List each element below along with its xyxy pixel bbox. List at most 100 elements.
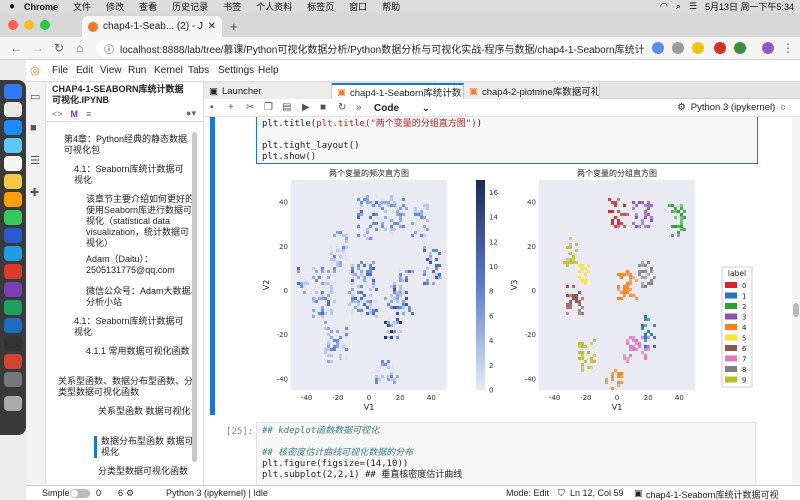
toc-item[interactable]: 关系型函数、数据分布型函数、分类型数据可视化函数: [58, 376, 194, 398]
code-cell-editor[interactable]: plt.title(plt.title("两个变量的分组直方图")) plt.t…: [256, 117, 758, 164]
list-icon[interactable]: ≡: [86, 109, 91, 119]
running-icon[interactable]: ■: [30, 122, 37, 134]
active-cell-bar[interactable]: [210, 117, 215, 415]
toc-icon[interactable]: ☰: [30, 154, 40, 167]
adblock-icon[interactable]: [714, 42, 726, 54]
toc-item[interactable]: 4.1：Seaborn库统计数据可视化: [74, 164, 192, 186]
stop-icon[interactable]: ■: [320, 102, 326, 113]
terminal-icon[interactable]: [4, 336, 22, 351]
word-icon[interactable]: [4, 228, 22, 243]
address-bar[interactable]: ⓘ localhost:8888/lab/tree/慕课/Python可视化数据…: [96, 40, 644, 57]
code-cell-editor[interactable]: ## kdeplot函数数据可视化 ## 核密度估计曲线可视化数据的分布 plt…: [256, 422, 756, 485]
launchpad-icon[interactable]: [4, 102, 22, 117]
cursor-position[interactable]: Ln 12, Col 59: [570, 488, 624, 498]
fast-forward-icon[interactable]: »: [356, 102, 362, 113]
chrome-icon[interactable]: [4, 264, 22, 279]
os-menu-item[interactable]: 标签页: [307, 0, 334, 13]
terminal-count[interactable]: 0: [96, 488, 101, 498]
app-icon[interactable]: [4, 318, 22, 333]
add-cell-icon[interactable]: +: [228, 102, 234, 113]
kernel-status[interactable]: Python 3 (ipykernel) | Idle: [166, 488, 268, 498]
search-icon[interactable]: ⌕: [676, 1, 681, 12]
os-menu-item[interactable]: 修改: [106, 0, 124, 13]
copy-icon[interactable]: ❐: [264, 102, 273, 113]
more-icon[interactable]: ⋮: [782, 41, 794, 55]
close-icon[interactable]: ✕: [208, 21, 216, 32]
reminders-icon[interactable]: [4, 192, 22, 207]
extension-icon[interactable]: [734, 42, 746, 54]
os-menu-item[interactable]: 个人资料: [256, 0, 292, 13]
menu-tabs[interactable]: Tabs: [188, 65, 209, 76]
menu-edit[interactable]: Edit: [76, 65, 93, 76]
wechat-icon[interactable]: [4, 300, 22, 315]
toc-item[interactable]: Adam（Daitu）：2505131775@qq.com: [86, 254, 196, 276]
toc-item[interactable]: 该章节主要介绍如何更好的使用Seaborn库进行数据可视化（statistica…: [86, 194, 196, 249]
menu-file[interactable]: File: [52, 65, 68, 76]
tab-notebook[interactable]: ▣ chap4-2-plotnine库数据可礼 ✕: [464, 83, 600, 99]
window-close-icon[interactable]: [8, 20, 18, 30]
finder-icon[interactable]: [4, 84, 22, 99]
os-menu-app[interactable]: Chrome: [24, 2, 58, 12]
run-icon[interactable]: ▶: [302, 102, 310, 113]
calendar-icon[interactable]: [4, 156, 22, 171]
settings-icon[interactable]: ⚙: [677, 102, 686, 113]
menu-view[interactable]: View: [100, 65, 122, 76]
tab-notebook-active[interactable]: ▣ chap4-1-Seaborn库统计数 ✕: [332, 83, 464, 99]
os-menu-item[interactable]: 历史记录: [172, 0, 208, 13]
reload-icon[interactable]: ↻: [54, 41, 64, 55]
bookmark-star-icon[interactable]: [692, 42, 704, 54]
window-zoom-icon[interactable]: [40, 20, 50, 30]
wifi-icon[interactable]: ◠: [660, 1, 668, 12]
paste-icon[interactable]: ▤: [282, 102, 291, 113]
back-icon[interactable]: ←: [10, 41, 22, 55]
cut-icon[interactable]: ✂: [246, 102, 254, 113]
kernel-indicator[interactable]: ⚙ Python 3 (ipykernel) ○: [677, 102, 786, 113]
toc-item[interactable]: 微信公众号：Adam大数据分析小站: [86, 286, 196, 308]
zoom-icon[interactable]: [672, 42, 684, 54]
code-cell[interactable]: [25]: ## kdeplot函数数据可视化 ## 核密度估计曲线可视化数据的…: [226, 422, 756, 485]
tag-icon[interactable]: ●▾: [186, 108, 196, 119]
toc-item[interactable]: 关系型函数 数据可视化: [98, 406, 194, 417]
menu-help[interactable]: Help: [258, 65, 279, 76]
os-menu-item[interactable]: 文件: [73, 0, 91, 13]
menu-run[interactable]: Run: [128, 65, 146, 76]
powerpoint-icon[interactable]: [4, 354, 22, 369]
translate-icon[interactable]: [652, 42, 664, 54]
os-clock[interactable]: 5月13日 周一下午5:34: [705, 0, 794, 13]
os-menu-item[interactable]: 帮助: [382, 0, 400, 13]
app-icon[interactable]: [4, 282, 22, 297]
menu-settings[interactable]: Settings: [218, 65, 254, 76]
apple-icon[interactable]: ●: [0, 1, 24, 12]
avatar[interactable]: [762, 42, 774, 54]
simple-mode-toggle[interactable]: [70, 488, 90, 499]
toc-item-selected[interactable]: 数据分布型函数 数据可视化: [94, 436, 194, 458]
maps-icon[interactable]: [4, 210, 22, 225]
control-center-icon[interactable]: ☰: [689, 1, 697, 12]
markdown-icon[interactable]: M: [71, 109, 79, 119]
info-icon[interactable]: ⓘ: [104, 41, 114, 56]
notes-icon[interactable]: [4, 174, 22, 189]
restart-icon[interactable]: ↻: [338, 102, 346, 113]
toc-item[interactable]: 分类型数据可视化函数: [98, 466, 194, 477]
save-icon[interactable]: ▪: [210, 102, 214, 113]
mail-icon[interactable]: [4, 138, 22, 153]
new-tab-icon[interactable]: +: [230, 19, 238, 34]
folder-icon[interactable]: [4, 372, 22, 387]
os-menu-item[interactable]: 查看: [139, 0, 157, 13]
appstore-icon[interactable]: [4, 246, 22, 261]
cell-type-select[interactable]: Code ⌄: [374, 101, 430, 115]
menu-kernel[interactable]: Kernel: [154, 65, 183, 76]
safari-icon[interactable]: [4, 120, 22, 135]
os-menu-item[interactable]: 书签: [223, 0, 241, 13]
toc-item[interactable]: 4.1：Seaborn库统计数据可视化: [74, 316, 192, 338]
os-menu-item[interactable]: 窗口: [349, 0, 367, 13]
toc-item[interactable]: 4.1.1 常用数据可视化函数: [86, 346, 196, 357]
kernel-count[interactable]: 6: [118, 488, 123, 498]
home-icon[interactable]: ⌂: [76, 41, 83, 55]
extension-icon[interactable]: ✚: [30, 186, 39, 199]
toc-item[interactable]: 第4章：Python经典的静态数据可视化包: [64, 134, 192, 156]
window-minimize-icon[interactable]: [24, 20, 34, 30]
browser-tab[interactable]: chap4-1-Seab... (2) - Jupyte ✕: [82, 16, 222, 37]
toc-scrollbar[interactable]: [192, 132, 197, 462]
folder-icon[interactable]: ▭: [30, 90, 40, 103]
